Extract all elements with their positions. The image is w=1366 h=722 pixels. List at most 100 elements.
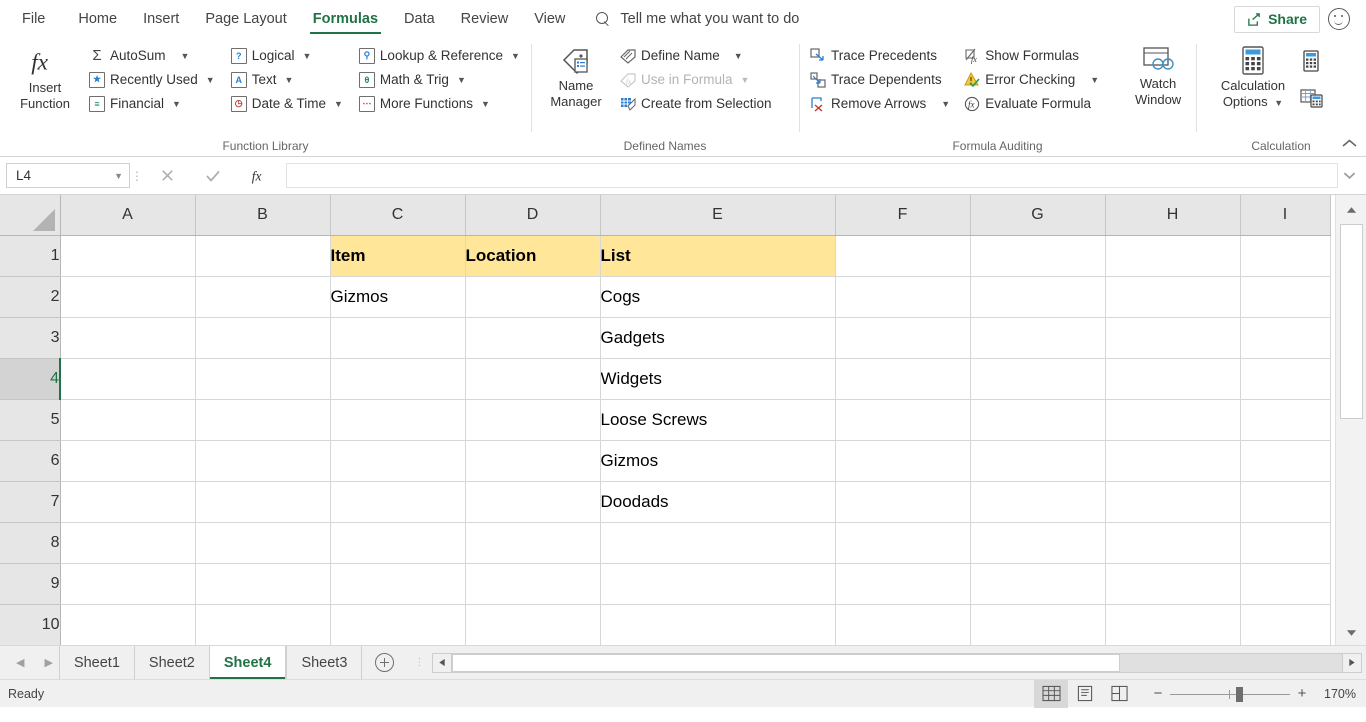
- row-header-8[interactable]: 8: [0, 522, 61, 564]
- scroll-up-button[interactable]: [1337, 198, 1365, 222]
- name-box[interactable]: L4 ▼: [6, 163, 130, 188]
- cell-E9[interactable]: [600, 563, 836, 605]
- zoom-slider[interactable]: [1170, 686, 1290, 702]
- error-checking-button[interactable]: Error Checking ▼: [959, 68, 1104, 91]
- evaluate-formula-button[interactable]: fx Evaluate Formula: [959, 92, 1104, 115]
- cell-I10[interactable]: [1240, 604, 1331, 645]
- cell-F6[interactable]: [835, 440, 971, 482]
- collapse-ribbon-button[interactable]: [1341, 138, 1358, 153]
- horizontal-scrollbar-thumb[interactable]: [452, 653, 1120, 672]
- lookup-reference-button[interactable]: ⚲ Lookup & Reference ▼: [354, 44, 525, 67]
- chevron-down-icon[interactable]: ▼: [303, 51, 312, 61]
- cell-C4[interactable]: [330, 358, 466, 400]
- hscroll-left-button[interactable]: [432, 652, 453, 673]
- more-functions-button[interactable]: ⋯ More Functions ▼: [354, 92, 525, 115]
- recently-used-button[interactable]: ★ Recently Used ▼: [84, 68, 220, 91]
- cell-A2[interactable]: [60, 276, 196, 318]
- cell-H2[interactable]: [1105, 276, 1241, 318]
- cell-D2[interactable]: [465, 276, 601, 318]
- cell-C3[interactable]: [330, 317, 466, 359]
- chevron-down-icon[interactable]: ▼: [284, 75, 293, 85]
- row-header-1[interactable]: 1: [0, 235, 61, 277]
- column-header-d[interactable]: D: [465, 195, 601, 236]
- column-header-i[interactable]: I: [1240, 195, 1331, 236]
- trace-precedents-button[interactable]: Trace Precedents: [805, 44, 955, 67]
- cell-F3[interactable]: [835, 317, 971, 359]
- insert-function-button[interactable]: fx Insert Function: [6, 42, 84, 112]
- cell-H1[interactable]: [1105, 235, 1241, 277]
- zoom-slider-thumb[interactable]: [1236, 686, 1243, 702]
- add-sheet-button[interactable]: [362, 646, 406, 679]
- text-button[interactable]: A Text ▼: [226, 68, 348, 91]
- cell-C5[interactable]: [330, 399, 466, 441]
- cell-G2[interactable]: [970, 276, 1106, 318]
- cell-D7[interactable]: [465, 481, 601, 523]
- cell-E8[interactable]: [600, 522, 836, 564]
- cell-D8[interactable]: [465, 522, 601, 564]
- chevron-down-icon[interactable]: ▼: [941, 99, 950, 109]
- use-in-formula-button[interactable]: fx Use in Formula ▼: [615, 68, 777, 91]
- watch-window-button[interactable]: Watch Window: [1126, 42, 1190, 108]
- cell-A6[interactable]: [60, 440, 196, 482]
- vertical-scrollbar-thumb[interactable]: [1339, 224, 1363, 419]
- calculate-sheet-button[interactable]: [1300, 87, 1324, 114]
- cell-F2[interactable]: [835, 276, 971, 318]
- cell-B9[interactable]: [195, 563, 331, 605]
- cell-D4[interactable]: [465, 358, 601, 400]
- cell-F1[interactable]: [835, 235, 971, 277]
- cell-E6[interactable]: Gizmos: [600, 440, 836, 482]
- ribbon-tab-view[interactable]: View: [521, 0, 578, 38]
- cell-D6[interactable]: [465, 440, 601, 482]
- column-header-f[interactable]: F: [835, 195, 971, 236]
- column-header-e[interactable]: E: [600, 195, 836, 236]
- cell-I3[interactable]: [1240, 317, 1331, 359]
- page-break-view-button[interactable]: [1102, 680, 1136, 708]
- chevron-down-icon[interactable]: ▼: [1090, 75, 1099, 85]
- cell-I9[interactable]: [1240, 563, 1331, 605]
- sheet-tab-sheet3[interactable]: Sheet3: [286, 646, 363, 679]
- cell-F5[interactable]: [835, 399, 971, 441]
- ribbon-tab-file[interactable]: File: [0, 0, 65, 38]
- horizontal-scrollbar-track[interactable]: [452, 652, 1342, 673]
- ribbon-tab-formulas[interactable]: Formulas: [300, 0, 391, 38]
- vertical-scrollbar[interactable]: [1335, 195, 1366, 645]
- name-manager-button[interactable]: Name Manager: [537, 42, 615, 110]
- cell-F8[interactable]: [835, 522, 971, 564]
- page-layout-view-button[interactable]: [1068, 680, 1102, 708]
- cell-G5[interactable]: [970, 399, 1106, 441]
- financial-button[interactable]: ≡ Financial ▼: [84, 92, 220, 115]
- cell-C10[interactable]: [330, 604, 466, 645]
- column-header-a[interactable]: A: [60, 195, 196, 236]
- cell-E2[interactable]: Cogs: [600, 276, 836, 318]
- cell-H7[interactable]: [1105, 481, 1241, 523]
- math-trig-button[interactable]: θ Math & Trig ▼: [354, 68, 525, 91]
- trace-dependents-button[interactable]: Trace Dependents: [805, 68, 955, 91]
- cell-D5[interactable]: [465, 399, 601, 441]
- row-header-6[interactable]: 6: [0, 440, 61, 482]
- tell-me-search[interactable]: Tell me what you want to do: [596, 11, 799, 27]
- cell-H3[interactable]: [1105, 317, 1241, 359]
- vertical-scrollbar-track[interactable]: [1339, 421, 1363, 621]
- scroll-down-button[interactable]: [1337, 621, 1365, 645]
- cell-C1[interactable]: Item: [330, 235, 466, 277]
- cell-D1[interactable]: Location: [465, 235, 601, 277]
- logical-button[interactable]: ? Logical ▼: [226, 44, 348, 67]
- cell-A9[interactable]: [60, 563, 196, 605]
- cell-A4[interactable]: [59, 358, 196, 400]
- cell-B1[interactable]: [195, 235, 331, 277]
- cell-H6[interactable]: [1105, 440, 1241, 482]
- cell-A7[interactable]: [60, 481, 196, 523]
- arrow-right-icon[interactable]: ▶: [44, 656, 52, 669]
- chevron-down-icon[interactable]: ▼: [206, 75, 215, 85]
- define-name-button[interactable]: Define Name ▼: [615, 44, 777, 67]
- cell-E10[interactable]: [600, 604, 836, 645]
- cell-A8[interactable]: [60, 522, 196, 564]
- cell-G3[interactable]: [970, 317, 1106, 359]
- horizontal-scrollbar[interactable]: [432, 652, 1362, 673]
- show-formulas-button[interactable]: fx Show Formulas: [959, 44, 1104, 67]
- column-header-g[interactable]: G: [970, 195, 1106, 236]
- zoom-out-button[interactable]: −: [1146, 685, 1170, 702]
- ribbon-tab-page-layout[interactable]: Page Layout: [192, 0, 299, 38]
- cell-G8[interactable]: [970, 522, 1106, 564]
- cell-A10[interactable]: [60, 604, 196, 645]
